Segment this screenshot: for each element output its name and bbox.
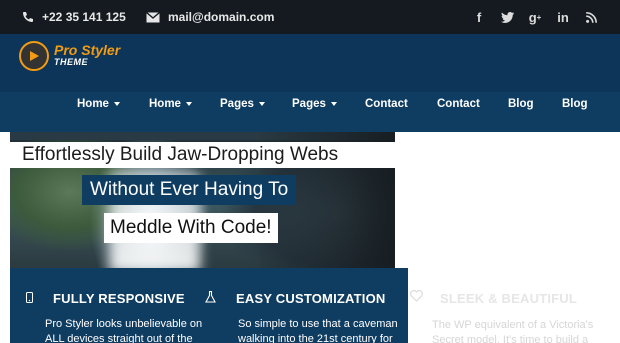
phone-icon [23,12,33,22]
feature-title: FULLY RESPONSIVE [53,291,185,306]
logo-title: Pro Styler [54,42,121,58]
phone-number: +22 35 141 125 [42,10,126,24]
feature-text: Pro Styler looks unbelievable on [45,318,203,330]
main-nav: Home Home Pages Pages Contact Contact Bl… [0,92,620,132]
email-contact[interactable]: mail@domain.com [146,0,274,34]
caret-down-icon [330,101,337,106]
feature-title: SLEEK & BEAUTIFUL [440,291,578,306]
nav-item-contact[interactable]: Contact [437,92,480,132]
hero-headline: Effortlessly Build Jaw-Dropping Webs [10,142,395,168]
nav-item-pages[interactable]: Pages [292,92,337,132]
feature-title: EASY CUSTOMIZATION [236,291,386,306]
top-bar: +22 35 141 125 mail@domain.com f g + in [0,0,620,34]
google-plus-icon[interactable]: g + [528,10,542,25]
linkedin-icon[interactable]: in [556,10,570,25]
heart-icon [410,290,423,302]
feature-text: ALL devices straight out of the [45,333,193,343]
feature-text: The WP equivalent of a Victoria's [432,319,594,331]
twitter-icon[interactable] [500,10,514,24]
feature-text: So simple to use that a caveman [238,318,398,330]
header: Pro Styler THEME [0,34,620,92]
envelope-icon [146,11,160,22]
flask-icon [205,291,216,303]
logo[interactable]: Pro Styler THEME [19,41,120,71]
nav-item-home[interactable]: Home [77,92,120,132]
feature-text: walking into the 21st century for [238,333,393,343]
rss-icon[interactable] [584,10,598,24]
nav-item-home[interactable]: Home [149,92,192,132]
caret-down-icon [258,101,265,106]
nav-item-pages[interactable]: Pages [220,92,265,132]
social-links: f g + in [472,0,598,34]
hero-subheadline-2: Meddle With Code! [104,213,278,243]
facebook-icon[interactable]: f [472,10,486,25]
nav-item-blog[interactable]: Blog [508,92,534,132]
hero-subheadline-1: Without Ever Having To [82,175,297,205]
feature-text: Secret model. It's time to build a [432,334,589,343]
caret-down-icon [113,101,120,106]
nav-item-blog[interactable]: Blog [562,92,588,132]
caret-down-icon [185,101,192,106]
email-address[interactable]: mail@domain.com [168,10,274,24]
features-band: FULLY RESPONSIVE Pro Styler looks unbeli… [10,268,408,343]
mobile-icon [26,292,33,303]
nav-item-contact[interactable]: Contact [365,92,408,132]
phone-contact: +22 35 141 125 [22,0,126,34]
logo-play-icon [19,41,49,71]
